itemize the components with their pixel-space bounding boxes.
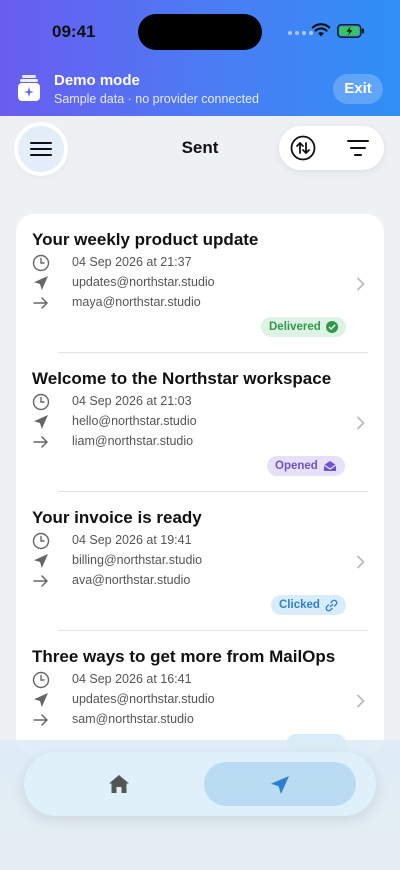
arrow-right-icon	[33, 575, 48, 587]
filter-icon[interactable]	[346, 138, 370, 158]
to-row: liam@northstar.studio	[32, 433, 193, 451]
clock-icon	[32, 532, 50, 550]
clock-icon	[32, 671, 50, 689]
status-label: Opened	[275, 460, 318, 472]
demo-mode-subtitle: Sample data · no provider connected	[54, 92, 259, 106]
arrow-right-icon	[33, 436, 48, 448]
email-date: 04 Sep 2026 at 21:37	[72, 255, 192, 269]
from-row: updates@northstar.studio	[32, 691, 215, 709]
email-subject: Welcome to the Northstar workspace	[32, 369, 332, 388]
arrow-right-icon	[33, 297, 48, 309]
tab-bar	[24, 752, 376, 816]
send-icon	[34, 554, 48, 568]
email-to: sam@northstar.studio	[72, 712, 194, 726]
to-row: sam@northstar.studio	[32, 711, 194, 729]
email-subject: Your weekly product update	[32, 230, 259, 249]
arrow-right-icon	[33, 714, 48, 726]
status-badge: Opened	[267, 456, 345, 476]
sent-date-row: 04 Sep 2026 at 19:41	[32, 532, 192, 550]
email-date: 04 Sep 2026 at 19:41	[72, 533, 192, 547]
link-icon	[325, 599, 338, 611]
send-icon	[34, 693, 48, 707]
chevron-right-icon	[357, 277, 365, 291]
sent-date-row: 04 Sep 2026 at 16:41	[32, 671, 192, 689]
email-subject: Your invoice is ready	[32, 508, 202, 527]
home-icon[interactable]	[108, 774, 130, 794]
dynamic-island	[138, 14, 262, 50]
chevron-right-icon	[357, 416, 365, 430]
sort-filter-group	[279, 126, 384, 170]
paper-plane-icon[interactable]	[269, 774, 291, 796]
email-to: liam@northstar.studio	[72, 434, 194, 448]
email-from: updates@northstar.studio	[72, 692, 215, 706]
demo-mode-title: Demo mode	[54, 72, 140, 89]
email-to: ava@northstar.studio	[72, 573, 191, 587]
send-icon	[34, 276, 48, 290]
list-item[interactable]: Three ways to get more from MailOps 04 S…	[16, 631, 384, 754]
email-to: maya@northstar.studio	[72, 295, 201, 309]
from-row: updates@northstar.studio	[32, 274, 215, 292]
check-circle-icon	[325, 321, 338, 333]
email-date: 04 Sep 2026 at 16:41	[72, 672, 192, 686]
status-badge: Clicked	[271, 595, 346, 615]
clock-icon	[32, 254, 50, 272]
wifi-icon	[311, 23, 331, 37]
to-row: maya@northstar.studio	[32, 294, 201, 312]
send-icon	[34, 415, 48, 429]
email-from: hello@northstar.studio	[72, 414, 197, 428]
chevron-right-icon	[357, 694, 365, 708]
from-row: billing@northstar.studio	[32, 552, 202, 570]
demo-mode-icon	[18, 75, 40, 101]
status-label: Delivered	[269, 321, 321, 333]
sort-arrows-icon[interactable]	[290, 135, 316, 161]
status-time: 09:41	[52, 22, 96, 41]
status-label: Clicked	[279, 599, 320, 611]
list-item[interactable]: Welcome to the Northstar workspace 04 Se…	[16, 353, 384, 492]
battery-charging-icon	[337, 24, 364, 38]
signal-dots-icon	[288, 31, 313, 35]
email-from: billing@northstar.studio	[72, 553, 203, 567]
status-badge: Delivered	[261, 317, 346, 337]
demo-mode-banner: Demo mode Sample data · no provider conn…	[0, 62, 400, 116]
chevron-right-icon	[357, 555, 365, 569]
email-from: updates@northstar.studio	[72, 275, 215, 289]
sent-date-row: 04 Sep 2026 at 21:03	[32, 393, 192, 411]
clock-icon	[32, 393, 50, 411]
header-background: 09:41 Demo mode Sample data · no provide…	[0, 0, 400, 116]
to-row: ava@northstar.studio	[32, 572, 190, 590]
email-date: 04 Sep 2026 at 21:03	[72, 394, 192, 408]
sent-email-list: Your weekly product update 04 Sep 2026 a…	[16, 214, 384, 754]
envelope-open-icon	[323, 461, 337, 471]
exit-demo-button[interactable]: Exit	[333, 74, 383, 104]
sent-date-row: 04 Sep 2026 at 21:37	[32, 254, 192, 272]
email-subject: Three ways to get more from MailOps	[32, 647, 336, 666]
list-item[interactable]: Your invoice is ready 04 Sep 2026 at 19:…	[16, 492, 384, 631]
list-item[interactable]: Your weekly product update 04 Sep 2026 a…	[16, 214, 384, 353]
status-bar: 09:41	[0, 0, 400, 62]
from-row: hello@northstar.studio	[32, 413, 197, 431]
